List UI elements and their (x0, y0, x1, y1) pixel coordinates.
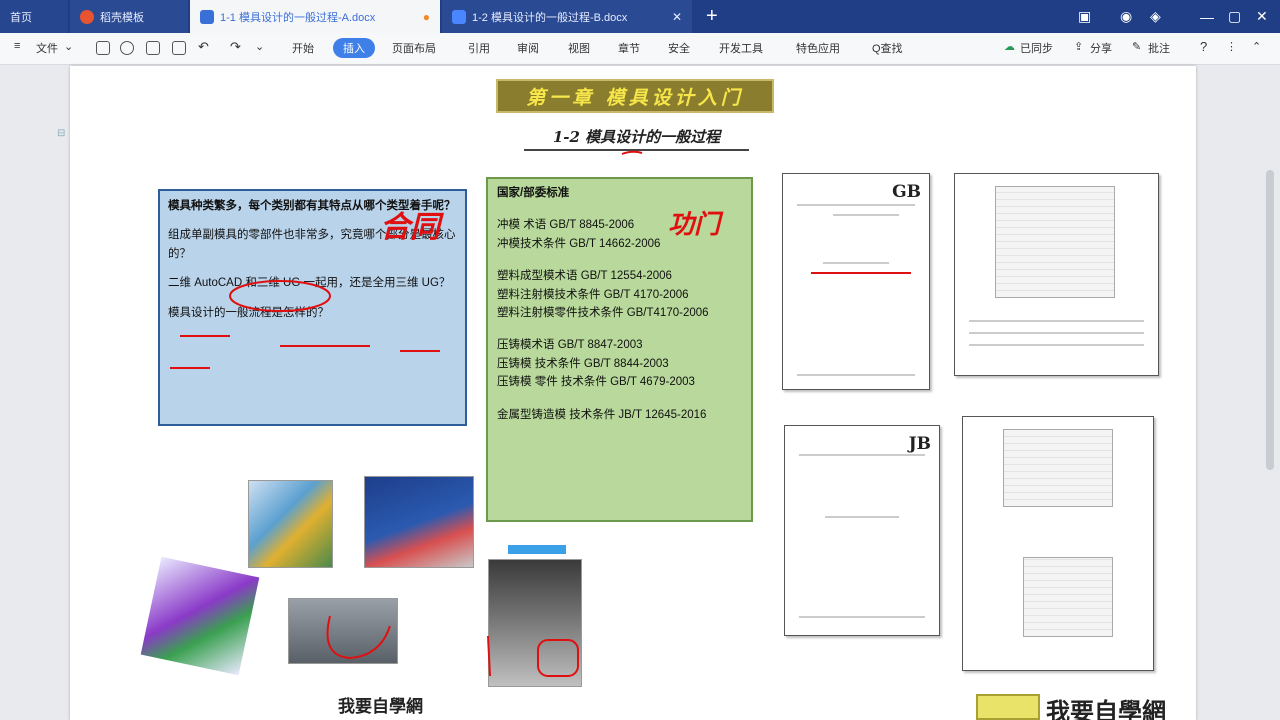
menu-icon[interactable]: ≡ (14, 40, 20, 52)
redo-icon[interactable]: ↷ (230, 39, 241, 55)
jb-badge: JB (908, 434, 931, 454)
standard-line: 压铸模术语 GB/T 8847-2003 (497, 339, 643, 352)
tab-templates[interactable]: 稻壳模板 (70, 0, 188, 33)
tab-active-document[interactable]: 1-1 模具设计的一般过程-A.docx ● (190, 0, 440, 33)
watermark-logo: 我要自學網 (338, 697, 423, 717)
red-underline-mark (621, 150, 643, 155)
mold-3d-image-2 (364, 476, 474, 568)
avatar[interactable]: ◉ (1120, 0, 1132, 33)
search-button[interactable]: Q查找 (872, 40, 903, 56)
window-close-icon[interactable]: ✕ (1256, 0, 1268, 33)
standard-line: 塑料注射模零件技术条件 GB/T4170-2006 (497, 306, 709, 319)
thumb-text-line (823, 262, 889, 264)
export-icon[interactable] (120, 41, 134, 55)
save-icon[interactable] (96, 41, 110, 55)
brand-logo-icon (976, 694, 1040, 720)
gb-standard-thumbnail[interactable]: GB (782, 173, 930, 390)
tab-document-b[interactable]: 1-2 模具设计的一般过程-B.docx ✕ (442, 0, 692, 33)
red-circle-mark (487, 635, 579, 677)
mold-3d-image-1 (248, 480, 333, 568)
thumb-text-line (969, 332, 1144, 334)
ribbon-tab-insert[interactable]: 插入 (333, 38, 375, 58)
mold-3d-image-3 (140, 556, 260, 676)
sync-status[interactable]: 已同步 (1020, 40, 1053, 56)
ribbon-tab-security[interactable]: 安全 (668, 40, 690, 56)
thumb-text-line (797, 374, 915, 376)
document-page[interactable]: 第一章 模具设计入门 1-2 模具设计的一般过程 模具种类繁多，每个类别都有其特… (70, 66, 1196, 720)
thumb-text-line (833, 214, 899, 216)
undo-icon[interactable]: ↶ (198, 39, 209, 55)
image-caption-bar (508, 545, 566, 554)
cloud-sync-icon: ☁ (1004, 41, 1015, 53)
new-tab-button[interactable]: + (706, 5, 718, 28)
ribbon-tab-view[interactable]: 视图 (568, 40, 590, 56)
word-doc-icon (200, 9, 214, 24)
tab-home[interactable]: 首页 (0, 0, 68, 33)
ribbon: ≡ 文件 ⌄ ↶ ↷ ⌄ 开始 插入 页面布局 引用 审阅 视图 章节 安全 开… (0, 33, 1280, 65)
comment-icon: ✎ (1132, 41, 1142, 53)
file-menu[interactable]: 文件 (36, 40, 58, 56)
tab-bar: 首页 稻壳模板 1-1 模具设计的一般过程-A.docx ● 1-2 模具设计的… (0, 0, 1280, 33)
standard-line: 压铸模 零件 技术条件 GB/T 4679-2003 (497, 376, 695, 389)
thumb-text-line (969, 320, 1144, 322)
mold-drawing-thumbnail-1[interactable] (954, 173, 1159, 376)
ribbon-tab-review[interactable]: 审阅 (517, 40, 539, 56)
tab-templates-label: 稻壳模板 (100, 11, 144, 24)
skin-icon[interactable]: ◈ (1150, 0, 1161, 33)
standard-line: 压铸模 技术条件 GB/T 8844-2003 (497, 357, 669, 370)
word-doc-icon (452, 9, 466, 24)
tab-active-document-label: 1-1 模具设计的一般过程-A.docx (220, 11, 376, 24)
maximize-icon[interactable]: ▢ (1228, 0, 1241, 33)
mold-drawing (1023, 557, 1113, 637)
red-underline-mark (811, 272, 911, 274)
preview-icon[interactable] (172, 41, 186, 55)
ribbon-tab-developer[interactable]: 开发工具 (719, 40, 763, 56)
handwritten-note-1: 合同 (380, 210, 440, 245)
mold-drawing-thumbnail-2[interactable] (962, 416, 1154, 671)
standard-line: 金属型铸造模 技术条件 JB/T 12645-2016 (497, 408, 707, 421)
gb-badge: GB (892, 182, 921, 202)
handwritten-note-2: 功门 (668, 210, 721, 240)
more-icon[interactable]: ⌄ (255, 40, 264, 53)
wps-logo-icon (80, 9, 94, 24)
ribbon-tab-references[interactable]: 引用 (468, 40, 490, 56)
standards-group-plastic: 塑料成型模术语 GB/T 12554-2006 塑料注射模技术条件 GB/T 4… (497, 267, 742, 322)
thumb-text-line (799, 454, 925, 456)
red-circle-mark (326, 615, 391, 660)
ribbon-tab-chapter[interactable]: 章节 (618, 40, 640, 56)
standard-line: 塑料成型模术语 GB/T 12554-2006 (497, 270, 672, 283)
tab-document-b-label: 1-2 模具设计的一般过程-B.docx (472, 11, 628, 24)
jb-standard-thumbnail[interactable]: JB (784, 425, 940, 636)
ribbon-tab-features[interactable]: 特色应用 (796, 40, 840, 56)
thumb-text-line (825, 516, 899, 518)
thumb-text-line (969, 344, 1144, 346)
share-icon: ⇪ (1074, 41, 1084, 53)
chevron-down-icon[interactable]: ⌄ (64, 40, 73, 53)
ribbon-tab-home[interactable]: 开始 (292, 40, 314, 56)
brand-logo-text: 我要自學網 (1046, 697, 1166, 720)
print-icon[interactable] (146, 41, 160, 55)
standards-heading: 国家/部委标准 (497, 187, 570, 199)
standard-line: 塑料注射模技术条件 GB/T 4170-2006 (497, 288, 689, 301)
chapter-title: 第一章 模具设计入门 (496, 79, 774, 113)
thumb-text-line (799, 616, 925, 618)
share-button[interactable]: 分享 (1090, 40, 1112, 56)
ribbon-tab-layout[interactable]: 页面布局 (392, 40, 436, 56)
mold-drawing (995, 186, 1115, 298)
vertical-scrollbar[interactable] (1266, 170, 1274, 470)
layout-icon[interactable]: ▣ (1078, 0, 1091, 33)
collapse-ribbon-icon[interactable]: ⌃ (1252, 40, 1261, 53)
tab-home-label: 首页 (10, 11, 32, 24)
minimize-icon[interactable]: — (1200, 0, 1214, 33)
thumb-text-line (797, 204, 915, 206)
tab-modified-dot-icon[interactable]: ● (423, 10, 430, 24)
standards-group-diecast: 压铸模术语 GB/T 8847-2003 压铸模 技术条件 GB/T 8844-… (497, 336, 742, 391)
mold-drawing (1003, 429, 1113, 507)
close-icon[interactable]: ✕ (672, 10, 682, 24)
standards-group-metal-casting: 金属型铸造模 技术条件 JB/T 12645-2016 (497, 406, 742, 424)
outline-marker-icon[interactable]: ⊟ (57, 128, 65, 139)
annotate-button[interactable]: 批注 (1148, 40, 1170, 56)
more-options-icon[interactable]: ⋮ (1226, 40, 1237, 53)
help-button[interactable]: ? (1200, 39, 1207, 54)
